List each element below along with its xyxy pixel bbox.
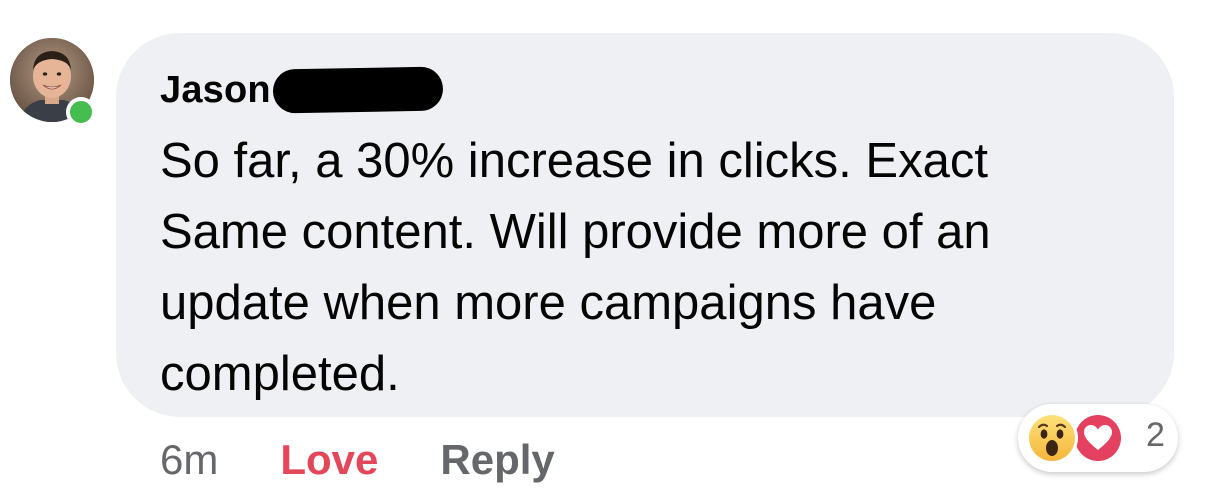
- comment-text: So far, a 30% increase in clicks. Exact …: [160, 134, 991, 401]
- reaction-count: 2: [1146, 416, 1165, 454]
- comment-actions: 6m Love Reply: [160, 436, 555, 484]
- redacted-surname: [272, 66, 444, 114]
- author-row: Jason: [160, 66, 444, 114]
- love-reaction-button[interactable]: Love: [280, 436, 378, 484]
- author-name[interactable]: Jason: [160, 69, 271, 112]
- timestamp[interactable]: 6m: [160, 436, 218, 484]
- wow-icon: [1026, 412, 1078, 464]
- comment: Jason So far, a 30% increase in clicks. …: [0, 0, 1208, 504]
- online-status-dot: [66, 97, 96, 127]
- reactions-summary[interactable]: 2: [1018, 404, 1178, 472]
- reply-button[interactable]: Reply: [440, 436, 554, 484]
